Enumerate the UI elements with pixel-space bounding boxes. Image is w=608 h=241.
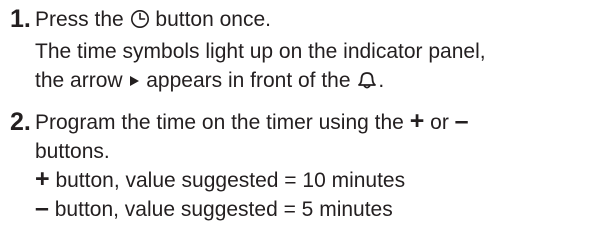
step-number: 1.	[10, 5, 31, 33]
step-text: or	[430, 111, 449, 134]
step-1-line-2: The time symbols light up on the indicat…	[35, 40, 486, 63]
step-2-line-1: Program the time on the timer using the …	[35, 108, 608, 137]
plus-sign: +	[35, 165, 50, 193]
step-2-line-4: – button, value suggested = 5 minutes	[35, 195, 608, 224]
step-text: Program the time on the timer using the	[35, 111, 404, 134]
step-1-line-1: Press the button once.	[35, 5, 608, 37]
step-text: button, value suggested = 5 minutes	[54, 198, 393, 221]
step-text: appears in front of the	[146, 69, 351, 92]
step-2: 2. Program the time on the timer using t…	[0, 108, 608, 224]
minus-sign: –	[35, 194, 49, 222]
step-text: button once.	[155, 8, 271, 31]
instruction-steps: 1. Press the button once. The time symbo…	[0, 0, 608, 221]
step-text: .	[378, 69, 385, 92]
step-text: button, value suggested = 10 minutes	[55, 169, 406, 192]
step-1-line-3: the arrow appears in front of the .	[35, 66, 608, 98]
step-number: 2.	[10, 108, 31, 136]
step-1: 1. Press the button once. The time symbo…	[0, 5, 608, 98]
minus-sign: –	[454, 107, 469, 135]
arrow-right-icon	[130, 75, 140, 86]
step-2-line-2: buttons.	[35, 140, 110, 163]
plus-sign: +	[409, 107, 425, 135]
step-2-line-3: + button, value suggested = 10 minutes	[35, 166, 608, 195]
bell-icon	[356, 69, 378, 98]
clock-icon	[130, 8, 150, 37]
step-text: the arrow	[35, 69, 123, 92]
step-text: Press the	[35, 8, 124, 31]
